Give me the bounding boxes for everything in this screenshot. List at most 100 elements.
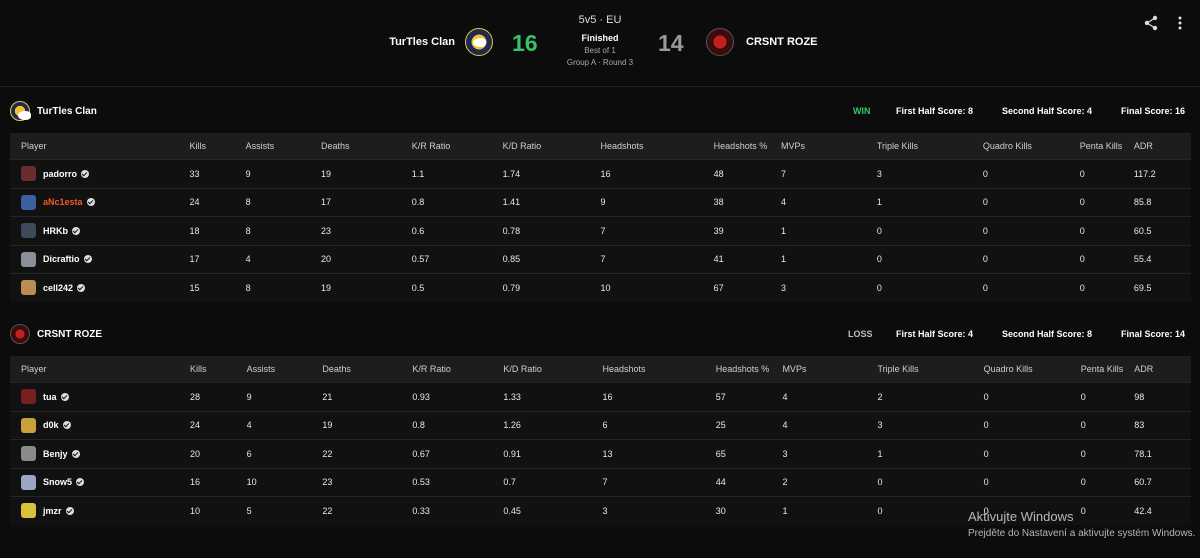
stat-cell: 0 <box>1080 382 1135 411</box>
player-name[interactable]: Snow5 <box>43 477 72 487</box>
player-cell: Snow5 <box>10 467 190 497</box>
stat-cell: 1 <box>780 216 877 245</box>
avatar[interactable] <box>21 280 36 295</box>
player-name[interactable]: cell242 <box>43 283 73 293</box>
avatar[interactable] <box>21 417 36 433</box>
avatar[interactable] <box>21 474 36 490</box>
column-header[interactable]: K/D Ratio <box>502 133 601 160</box>
column-header[interactable]: Kills <box>189 133 246 160</box>
avatar[interactable] <box>21 503 36 518</box>
stat-cell: 0 <box>1080 439 1135 468</box>
stat-cell: 0 <box>1080 467 1135 497</box>
stat-cell: 0 <box>983 382 1081 411</box>
player-name[interactable]: aNc1esta <box>43 197 83 207</box>
stat-cell: 19 <box>321 273 412 302</box>
stat-cell: 57 <box>715 382 783 411</box>
player-row[interactable]: cell242 15 8 19 0.5 0.79 10 67 3 0 0 0 69.5 <box>10 273 1191 302</box>
player-row[interactable]: d0k 24 4 19 0.8 1.26 6 25 4 3 0 0 83 <box>10 410 1191 440</box>
column-header[interactable]: Quadro Kills <box>982 133 1080 160</box>
column-header[interactable]: Quadro Kills <box>983 356 1081 383</box>
player-name[interactable]: Dicraftio <box>43 254 80 264</box>
avatar[interactable] <box>21 194 36 210</box>
header-divider <box>0 86 1200 87</box>
column-header[interactable]: ADR <box>1133 133 1191 160</box>
column-header[interactable]: K/R Ratio <box>411 133 503 160</box>
player-row[interactable]: padorro 33 9 19 1.1 1.74 16 48 7 3 0 0 117.2 <box>10 159 1191 188</box>
player-name[interactable]: d0k <box>43 420 59 430</box>
team1-small-logo <box>10 101 31 121</box>
stat-cell: 1.33 <box>503 382 603 411</box>
player-row[interactable]: tua 28 9 21 0.93 1.33 16 57 4 2 0 0 98 <box>10 382 1191 411</box>
column-header[interactable]: Kills <box>189 356 247 383</box>
team2-logo[interactable] <box>706 28 734 56</box>
avatar[interactable] <box>21 446 36 461</box>
player-name[interactable]: padorro <box>43 169 77 179</box>
column-header[interactable]: Headshots % <box>713 133 781 160</box>
team2-section-name[interactable]: CRSNT ROZE <box>37 329 102 340</box>
team1-stats-table: Player Kills Assists Deaths K/R Ratio K/D Rat… <box>10 133 1191 302</box>
stat-cell: 0 <box>876 244 983 274</box>
avatar[interactable] <box>21 223 36 238</box>
stat-cell: 0.79 <box>502 273 601 302</box>
team1-name[interactable]: TurTles Clan <box>389 36 455 48</box>
stat-cell: 33 <box>189 159 246 188</box>
team1-final-score: Final Score: 16 <box>1121 106 1186 116</box>
avatar[interactable] <box>21 166 36 181</box>
column-header[interactable]: Player <box>10 356 190 383</box>
team2-result-badge: LOSS <box>848 329 873 339</box>
player-name[interactable]: HRKb <box>43 226 68 236</box>
column-header[interactable]: Assists <box>246 356 323 383</box>
stat-cell: 44 <box>715 467 783 497</box>
column-header[interactable]: Penta Kills <box>1079 133 1134 160</box>
player-row[interactable]: HRKb 18 8 23 0.6 0.78 7 39 1 0 0 0 60.5 <box>10 216 1191 245</box>
stat-cell: 16 <box>602 382 716 411</box>
avatar[interactable] <box>21 251 36 267</box>
stat-cell: 3 <box>602 496 716 525</box>
column-header[interactable]: ADR <box>1134 356 1191 383</box>
avatar[interactable] <box>21 389 36 404</box>
column-header[interactable]: Assists <box>245 133 322 160</box>
player-name[interactable]: tua <box>43 392 57 402</box>
column-header[interactable]: Triple Kills <box>877 356 984 383</box>
player-cell: Benjy <box>10 439 190 468</box>
player-row[interactable]: Snow5 16 10 23 0.53 0.7 7 44 2 0 0 0 60.7 <box>10 467 1191 497</box>
stat-cell: 4 <box>246 410 323 440</box>
stat-cell: 67 <box>713 273 781 302</box>
column-header[interactable]: MVPs <box>782 356 878 383</box>
stat-cell: 22 <box>322 439 413 468</box>
player-row[interactable]: aNc1esta 24 8 17 0.8 1.41 9 38 4 1 0 0 85.8 <box>10 187 1191 217</box>
stat-cell: 23 <box>321 216 412 245</box>
team1-logo[interactable] <box>465 28 493 56</box>
player-cell: Dicraftio <box>10 244 190 274</box>
more-vertical-icon[interactable] <box>1172 15 1188 31</box>
column-header[interactable]: Deaths <box>322 356 413 383</box>
stat-cell: 19 <box>322 410 413 440</box>
match-header: TurTles Clan 16 5v5 · EU Finished Best o… <box>0 0 1200 86</box>
player-name[interactable]: jmzr <box>43 506 62 516</box>
table-header-row: Player Kills Assists Deaths K/R Ratio K/D Rat… <box>10 356 1191 383</box>
team1-section-name[interactable]: TurTles Clan <box>37 106 97 117</box>
column-header[interactable]: Headshots % <box>715 356 783 383</box>
player-row[interactable]: Benjy 20 6 22 0.67 0.91 13 65 3 1 0 0 78.1 <box>10 439 1191 468</box>
stat-cell: 0 <box>982 244 1080 274</box>
stat-cell: 0.5 <box>411 273 503 302</box>
player-name[interactable]: Benjy <box>43 449 68 459</box>
column-header[interactable]: MVPs <box>780 133 877 160</box>
team2-name[interactable]: CRSNT ROZE <box>746 36 818 48</box>
column-header[interactable]: Headshots <box>600 133 714 160</box>
column-header[interactable]: Deaths <box>321 133 412 160</box>
stat-cell: 0 <box>983 467 1081 497</box>
column-header[interactable]: Player <box>10 133 190 160</box>
verified-check-icon <box>77 283 86 292</box>
stat-cell: 98 <box>1134 382 1191 411</box>
column-header[interactable]: Triple Kills <box>876 133 983 160</box>
column-header[interactable]: Penta Kills <box>1080 356 1135 383</box>
player-row[interactable]: Dicraftio 17 4 20 0.57 0.85 7 41 1 0 0 0 55.4 <box>10 244 1191 274</box>
column-header[interactable]: K/D Ratio <box>503 356 603 383</box>
column-header[interactable]: K/R Ratio <box>412 356 504 383</box>
column-header[interactable]: Headshots <box>602 356 716 383</box>
share-icon[interactable] <box>1143 15 1159 31</box>
stat-cell: 0 <box>1080 410 1135 440</box>
stat-cell: 0 <box>1079 216 1134 245</box>
verified-check-icon <box>76 478 85 487</box>
